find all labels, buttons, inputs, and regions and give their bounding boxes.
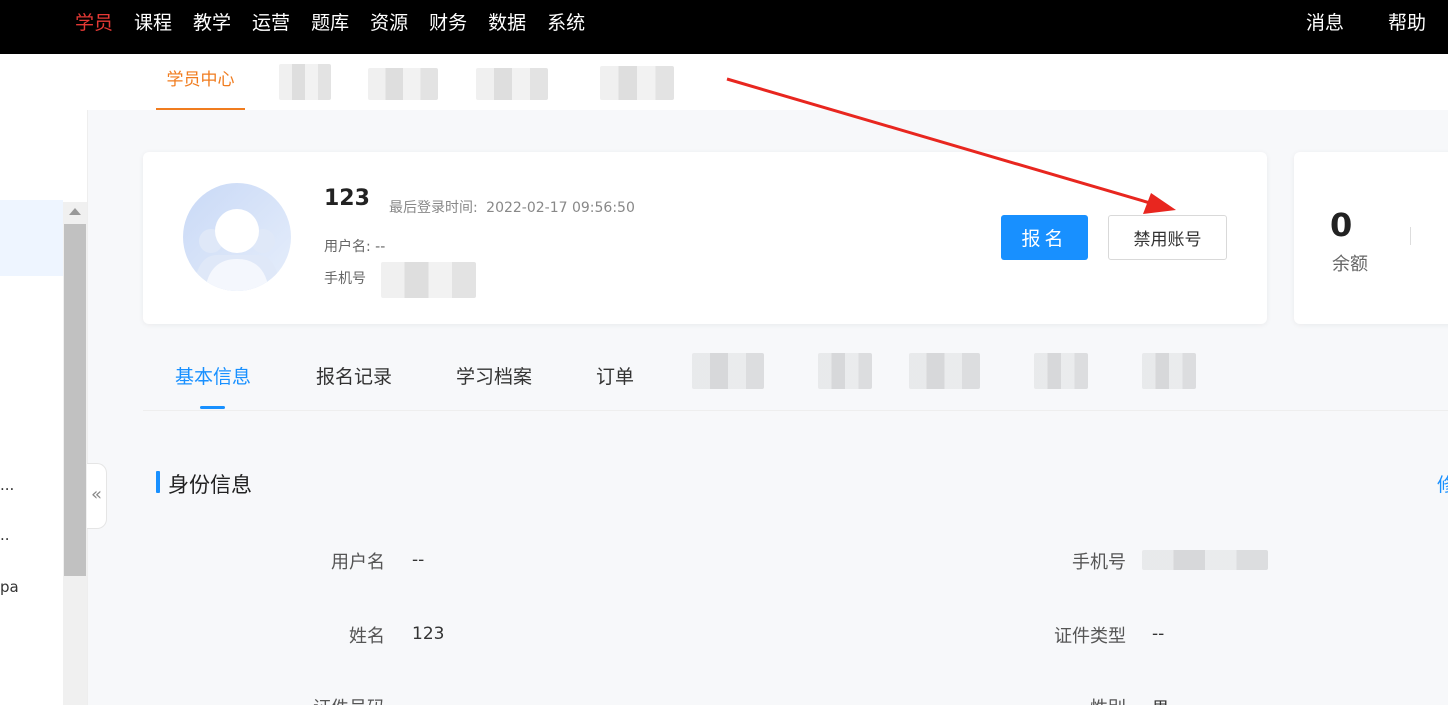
sidebar-item[interactable]: ...	[0, 476, 14, 494]
username-value: --	[375, 239, 386, 255]
profile-phone: 手机号	[324, 268, 366, 288]
field-label-id-number: 证件号码	[265, 694, 385, 705]
active-tab-indicator	[200, 406, 225, 409]
nav-help-wrap: 帮助	[1388, 0, 1426, 42]
field-value-username: --	[412, 550, 425, 570]
nav-operations[interactable]: 运营	[252, 8, 290, 35]
balance-card: 0 余额	[1294, 152, 1448, 324]
avatar	[183, 183, 291, 291]
balance-label: 余额	[1332, 254, 1368, 275]
divider	[1410, 227, 1411, 245]
tab-enroll-records[interactable]: 报名记录	[316, 362, 392, 389]
enroll-button[interactable]: 报名	[1001, 215, 1088, 260]
redacted-tab[interactable]	[600, 66, 674, 100]
nav-help[interactable]: 帮助	[1388, 8, 1426, 35]
field-label-username: 用户名	[331, 552, 385, 573]
last-login: 最后登录时间: 2022-02-17 09:56:50	[389, 197, 635, 217]
tab-study-archive[interactable]: 学习档案	[456, 362, 532, 389]
nav-messages[interactable]: 消息	[1306, 8, 1344, 35]
redacted-tab[interactable]	[818, 353, 872, 389]
phone-label: 手机号	[324, 271, 366, 287]
secondary-tab-bar: 学员中心	[0, 54, 1448, 110]
section-title-identity: 身份信息	[168, 473, 252, 497]
nav-question-bank[interactable]: 题库	[311, 8, 349, 35]
sidebar-item[interactable]: ..	[0, 526, 10, 544]
sidebar-scrollbar[interactable]	[63, 202, 87, 705]
profile-username: 用户名: --	[324, 236, 385, 256]
redacted-tab[interactable]	[476, 68, 548, 100]
redacted-tab[interactable]	[1034, 353, 1088, 389]
nav-finance[interactable]: 财务	[429, 8, 467, 35]
redacted-tab[interactable]	[368, 68, 438, 100]
tab-orders[interactable]: 订单	[596, 362, 634, 389]
nav-students[interactable]: 学员	[75, 8, 113, 35]
student-name: 123	[324, 186, 370, 211]
disable-account-button[interactable]: 禁用账号	[1108, 215, 1227, 260]
nav-messages-wrap: 消息	[1306, 0, 1344, 42]
scroll-up-icon[interactable]	[69, 208, 81, 215]
top-navbar: 学员 课程 教学 运营 题库 资源 财务 数据 系统 消息 帮助	[0, 0, 1448, 54]
user-avatar-icon	[193, 209, 281, 291]
field-label-id-type: 证件类型	[1054, 626, 1126, 647]
nav-data[interactable]: 数据	[488, 8, 526, 35]
last-login-value: 2022-02-17 09:56:50	[486, 200, 635, 216]
field-value-id-type: --	[1152, 624, 1165, 644]
redacted-tab[interactable]	[1142, 353, 1196, 389]
collapse-sidebar-icon[interactable]: «	[87, 463, 107, 529]
profile-card: 123 最后登录时间: 2022-02-17 09:56:50 用户名: -- …	[143, 152, 1267, 324]
balance-value: 0	[1330, 206, 1353, 244]
redacted-phone-value	[1142, 550, 1268, 570]
edit-identity-link[interactable]: 修	[1437, 470, 1448, 497]
redacted-tab[interactable]	[692, 353, 764, 389]
field-value-name: 123	[412, 624, 445, 644]
field-label-phone: 手机号	[1072, 552, 1126, 573]
main-menu: 学员 课程 教学 运营 题库 资源 财务 数据 系统	[75, 0, 606, 42]
nav-courses[interactable]: 课程	[134, 8, 172, 35]
redacted-phone	[381, 262, 476, 298]
nav-resources[interactable]: 资源	[370, 8, 408, 35]
left-sidebar: ... .. pa	[0, 110, 88, 705]
scrollbar-thumb[interactable]	[64, 224, 86, 576]
field-label-gender: 性别	[1026, 694, 1126, 705]
username-label: 用户名:	[324, 239, 371, 255]
section-accent	[156, 471, 160, 493]
nav-system[interactable]: 系统	[547, 8, 585, 35]
sidebar-selected-item[interactable]	[0, 200, 63, 276]
nav-teaching[interactable]: 教学	[193, 8, 231, 35]
tab-student-center[interactable]: 学员中心	[156, 54, 245, 110]
last-login-label: 最后登录时间:	[389, 200, 478, 216]
detail-tabs: 基本信息 报名记录 学习档案 订单	[143, 344, 1448, 411]
sidebar-item[interactable]: pa	[0, 578, 19, 596]
redacted-tab[interactable]	[279, 64, 331, 100]
field-value-gender: 男	[1152, 694, 1169, 705]
redacted-tab[interactable]	[909, 353, 980, 389]
tab-basic-info[interactable]: 基本信息	[175, 362, 251, 389]
field-label-name: 姓名	[349, 626, 385, 647]
